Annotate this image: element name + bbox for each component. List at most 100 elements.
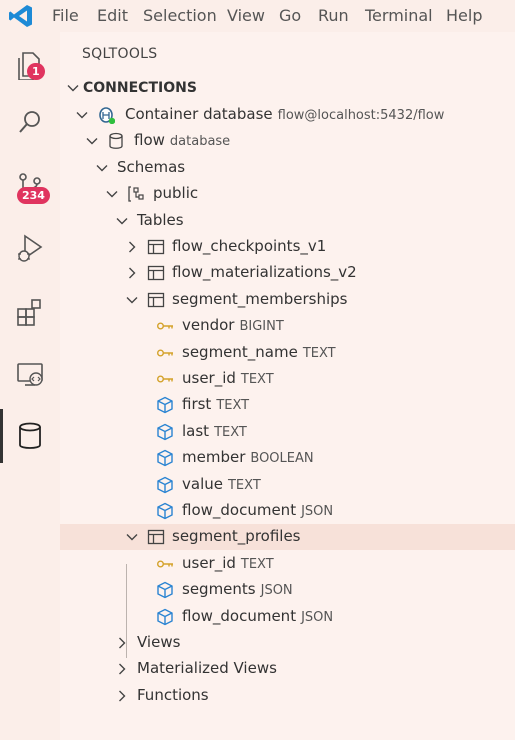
tree-item-segment-profiles[interactable]: segment_profiles (60, 524, 515, 551)
column-icon (157, 581, 173, 599)
tree-item-last[interactable]: last TEXT (60, 419, 515, 445)
activity-remote-explorer[interactable] (0, 347, 60, 401)
tree-item-flow-document[interactable]: flow_document JSON (60, 604, 515, 630)
extensions-icon (17, 299, 41, 326)
table-icon (147, 239, 165, 255)
column-icon (157, 449, 173, 467)
tree-item-member[interactable]: member BOOLEAN (60, 445, 515, 471)
notification-badge: 234 (17, 187, 50, 204)
item-name: Functions (137, 685, 209, 704)
chevron-right-icon[interactable] (115, 689, 129, 703)
key-icon (157, 375, 173, 383)
item-name: segment_name (182, 342, 298, 361)
chevron-down-icon[interactable] (105, 187, 119, 201)
column-icon (157, 423, 173, 441)
tree-item-schemas[interactable]: Schemas (60, 155, 515, 181)
item-name: Container database (125, 105, 273, 123)
tree-item-flow[interactable]: flow database (60, 128, 515, 154)
tree-item-container-database[interactable]: Container database flow@localhost:5432/fl… (60, 102, 515, 128)
item-description: TEXT (216, 398, 250, 414)
sqltools-sidebar: SQLTOOLS CONNECTIONS Container database f… (60, 32, 515, 740)
item-name: segments (182, 580, 256, 599)
tree-item-segment-memberships[interactable]: segment_memberships (60, 287, 515, 313)
tree-item-label: value TEXT (182, 475, 261, 493)
menu-view[interactable]: View (227, 6, 265, 25)
tree-item-materialized-views[interactable]: Materialized Views (60, 656, 515, 682)
item-name: Schemas (117, 157, 186, 176)
schema-icon (128, 186, 144, 202)
database-icon (19, 422, 41, 449)
column-icon (157, 502, 173, 520)
tree-item-vendor[interactable]: vendor BIGINT (60, 313, 515, 339)
tree-item-tables[interactable]: Tables (60, 208, 515, 234)
table-icon (147, 530, 165, 545)
item-name: public (153, 184, 199, 203)
tree-item-label: user_id TEXT (182, 369, 274, 387)
chevron-down-icon[interactable] (125, 293, 139, 307)
tree-item-public[interactable]: public (60, 181, 515, 207)
chevron-down-icon[interactable] (85, 134, 99, 148)
tree-item-label: flow database (134, 131, 230, 149)
tree-item-label: first TEXT (182, 395, 249, 413)
activity-source-control[interactable] (0, 159, 60, 213)
tree-item-value[interactable]: value TEXT (60, 472, 515, 498)
column-icon (157, 476, 173, 493)
tree-item-views[interactable]: Views (60, 630, 515, 656)
tree-item-label: segments JSON (182, 580, 293, 598)
menu-bar: File Edit Selection View Go Run Terminal Help (0, 0, 515, 32)
tree-item-label: Container database flow@localhost:5432/fl… (125, 105, 444, 123)
item-name: vendor (182, 316, 235, 335)
menu-terminal[interactable]: Terminal (365, 6, 433, 25)
column-icon (157, 608, 173, 625)
tree-item-segment-name[interactable]: segment_name TEXT (60, 340, 515, 366)
item-name: flow_materializations_v2 (172, 263, 357, 282)
tree-item-label: Functions (137, 686, 209, 704)
chevron-down-icon[interactable] (125, 530, 139, 544)
column-icon (157, 397, 173, 414)
chevron-right-icon[interactable] (115, 662, 129, 676)
database-icon (109, 133, 123, 150)
tree-item-flow-checkpoints-v1[interactable]: flow_checkpoints_v1 (60, 234, 515, 260)
tree-item-label: segment_profiles (172, 527, 301, 545)
tree-item-functions[interactable]: Functions (60, 683, 515, 709)
tree-item-flow-document[interactable]: flow_document JSON (60, 498, 515, 524)
tree-item-user-id[interactable]: user_id TEXT (60, 366, 515, 392)
tree-item-label: Tables (137, 211, 184, 229)
item-name: flow_document (182, 501, 297, 519)
menu-go[interactable]: Go (279, 6, 301, 25)
chevron-right-icon[interactable] (125, 240, 139, 254)
tree-item-flow-materializations-v2[interactable]: flow_materializations_v2 (60, 260, 515, 286)
item-description: JSON (301, 504, 334, 519)
search-icon (19, 111, 40, 133)
menu-run[interactable]: Run (318, 6, 349, 25)
chevron-down-icon[interactable] (75, 108, 89, 122)
activity-database[interactable] (0, 409, 60, 463)
activity-extensions[interactable] (0, 284, 60, 338)
indent-guide (126, 564, 127, 658)
item-name: last (182, 421, 210, 440)
item-description: database (169, 134, 231, 150)
activity-search[interactable] (0, 95, 60, 149)
connections-label: CONNECTIONS (83, 80, 197, 96)
tree-item-user-id[interactable]: user_id TEXT (60, 551, 515, 577)
tree-item-label: vendor BIGINT (182, 316, 284, 334)
connections-section-header[interactable]: CONNECTIONS (60, 78, 515, 100)
sidebar-title: SQLTOOLS (82, 46, 158, 62)
tree-item-first[interactable]: first TEXT (60, 392, 515, 418)
item-description: TEXT (227, 477, 261, 493)
item-description: flow@localhost:5432/flow (277, 108, 445, 123)
menu-file[interactable]: File (52, 6, 79, 25)
key-icon (157, 560, 173, 568)
notification-badge: 1 (27, 63, 45, 80)
chevron-right-icon[interactable] (125, 266, 139, 280)
chevron-down-icon[interactable] (95, 161, 109, 175)
tree-item-segments[interactable]: segments JSON (60, 577, 515, 603)
menu-selection[interactable]: Selection (143, 6, 217, 25)
activity-run-debug[interactable] (0, 220, 60, 274)
chevron-down-icon[interactable] (115, 214, 129, 228)
item-name: segment_profiles (172, 527, 301, 546)
menu-help[interactable]: Help (446, 6, 482, 25)
menu-edit[interactable]: Edit (97, 6, 128, 25)
item-description: TEXT (240, 556, 274, 572)
item-name: Views (137, 633, 181, 651)
